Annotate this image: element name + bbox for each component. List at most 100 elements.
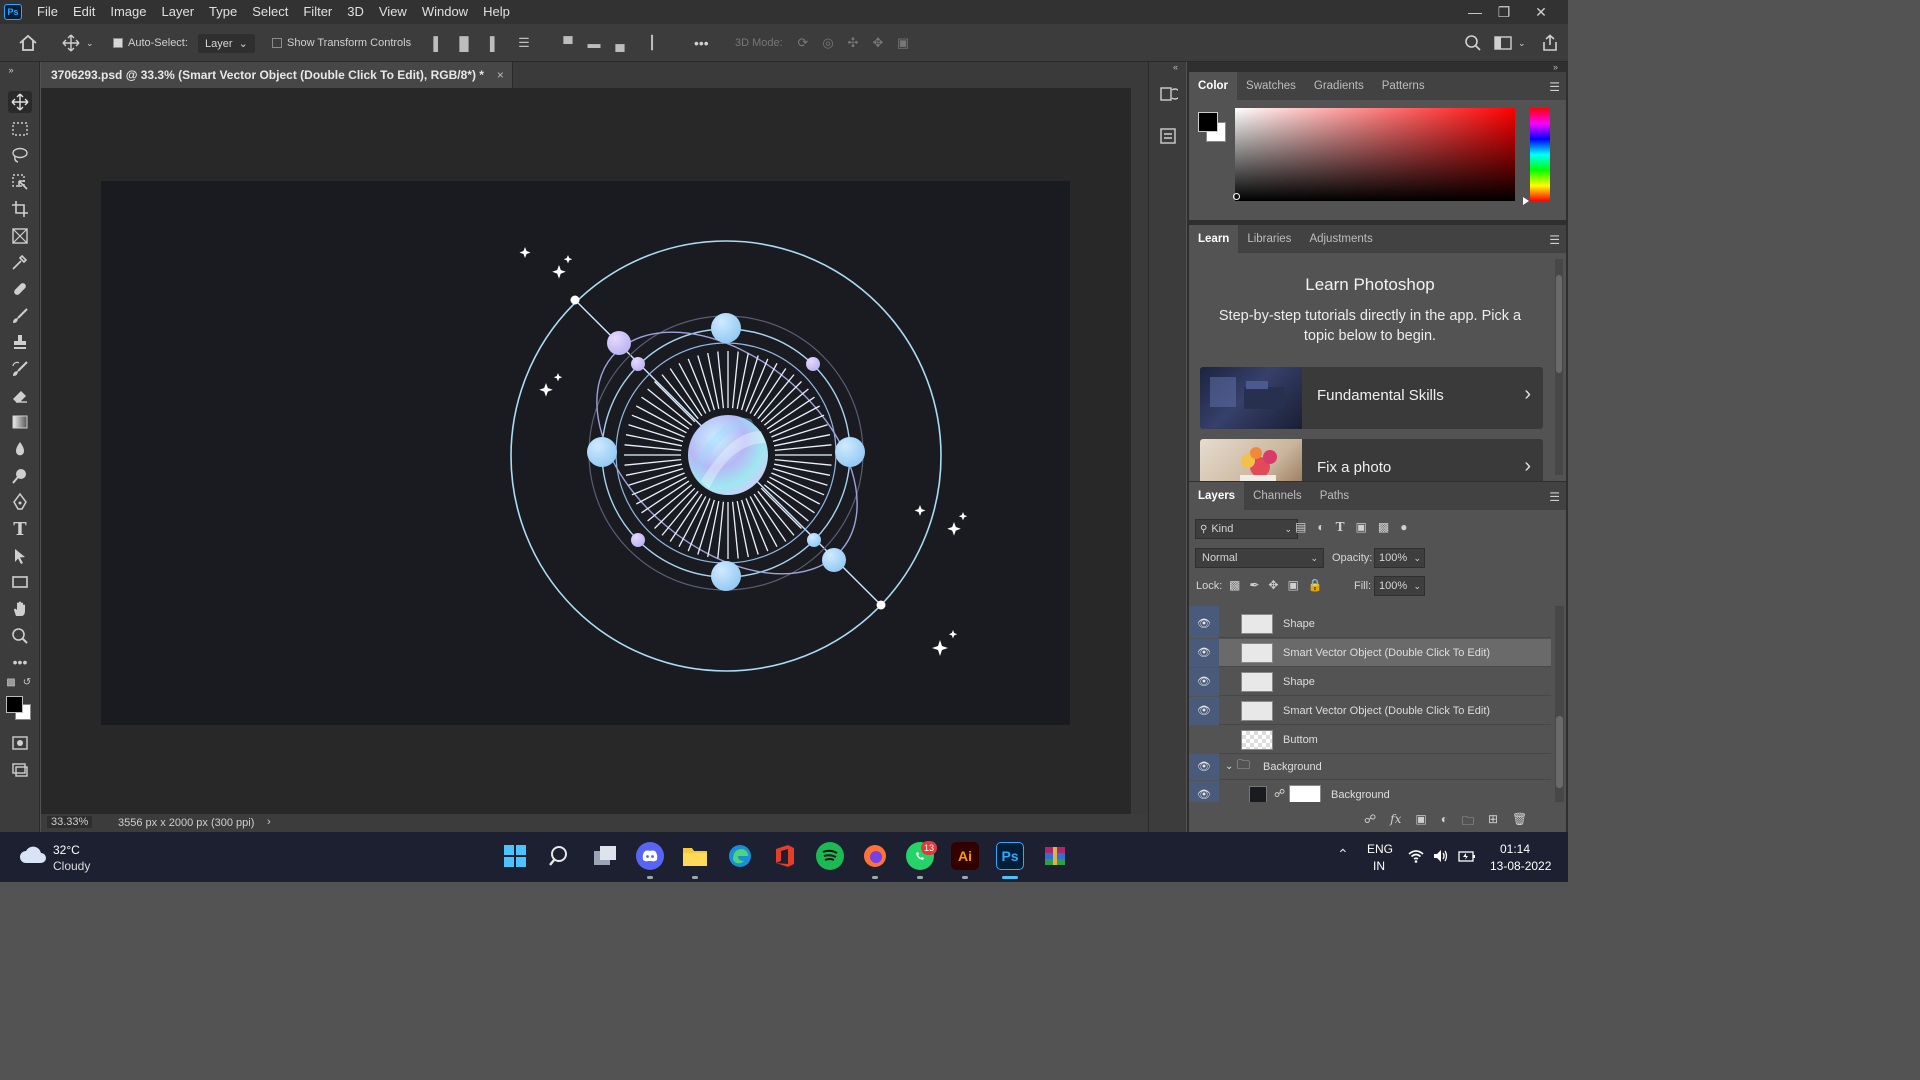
layer-row[interactable]: 👁 Shape bbox=[1189, 667, 1551, 696]
auto-select-target-dropdown[interactable]: Layer ⌄ bbox=[198, 24, 255, 62]
visibility-eye-icon[interactable]: 👁 bbox=[1189, 696, 1219, 725]
checkbox-checked-icon[interactable] bbox=[113, 38, 123, 48]
photoshop-logo-icon[interactable]: Ps bbox=[4, 4, 22, 20]
eyedropper-tool-icon[interactable] bbox=[8, 251, 32, 273]
foreground-color-swatch[interactable] bbox=[1198, 112, 1218, 132]
hue-slider[interactable] bbox=[1530, 108, 1550, 201]
tab-learn[interactable]: Learn bbox=[1189, 225, 1239, 253]
filter-smart-object-icon[interactable]: ▩ bbox=[1378, 520, 1389, 534]
visibility-eye-icon[interactable]: 👁 bbox=[1189, 753, 1219, 780]
fx-icon[interactable]: fx bbox=[1390, 812, 1401, 833]
eraser-tool-icon[interactable] bbox=[8, 385, 32, 407]
share-icon[interactable] bbox=[1541, 24, 1559, 62]
layer-row[interactable]: Buttom bbox=[1189, 725, 1551, 754]
fill-field[interactable]: 100% ⌄ bbox=[1374, 576, 1425, 596]
default-colors-icon[interactable]: ▩ bbox=[4, 676, 18, 688]
zoom-tool-icon[interactable] bbox=[8, 625, 32, 647]
menu-layer[interactable]: Layer bbox=[155, 0, 203, 24]
tab-gradients[interactable]: Gradients bbox=[1305, 72, 1373, 100]
checkbox-unchecked-icon[interactable] bbox=[272, 38, 282, 48]
panel-menu-icon[interactable]: ☰ bbox=[1549, 233, 1560, 247]
distribute-icon[interactable]: ☰ bbox=[516, 35, 532, 51]
menu-view[interactable]: View bbox=[372, 0, 415, 24]
restore-icon[interactable]: ❐ bbox=[1489, 0, 1519, 24]
tab-adjustments[interactable]: Adjustments bbox=[1300, 225, 1381, 253]
office-icon[interactable] bbox=[771, 842, 799, 870]
lock-brush-icon[interactable]: ✒ bbox=[1249, 578, 1259, 592]
menu-file[interactable]: File bbox=[30, 0, 66, 24]
tab-layers[interactable]: Layers bbox=[1189, 482, 1245, 510]
minimize-icon[interactable]: — bbox=[1460, 0, 1490, 24]
collapse-toolbar-icon[interactable]: » bbox=[4, 65, 18, 75]
learn-scrollbar-thumb[interactable] bbox=[1556, 275, 1562, 373]
illustrator-icon[interactable]: Ai bbox=[951, 842, 979, 870]
menu-help[interactable]: Help bbox=[476, 0, 518, 24]
filter-adjustment-icon[interactable]: ◐ bbox=[1317, 520, 1324, 534]
blend-mode-dropdown[interactable]: Normal ⌄ bbox=[1195, 548, 1324, 568]
home-icon[interactable] bbox=[18, 24, 38, 62]
frame-tool-icon[interactable] bbox=[8, 225, 32, 247]
new-layer-icon[interactable]: ⊞ bbox=[1488, 812, 1498, 833]
tab-channels[interactable]: Channels bbox=[1244, 482, 1311, 510]
visibility-hidden-icon[interactable] bbox=[1189, 725, 1219, 754]
blur-tool-icon[interactable] bbox=[8, 438, 32, 460]
learn-scrollbar[interactable] bbox=[1555, 259, 1563, 475]
quick-mask-icon[interactable] bbox=[8, 732, 32, 754]
clone-stamp-tool-icon[interactable] bbox=[8, 331, 32, 353]
learn-card-fix-a-photo[interactable]: Fix a photo › bbox=[1200, 439, 1543, 481]
align-top-icon[interactable]: ▀ bbox=[560, 35, 576, 51]
crop-tool-icon[interactable] bbox=[8, 198, 32, 220]
clock-date[interactable]: 13-08-2022 bbox=[1490, 859, 1551, 873]
lock-all-icon[interactable]: 🔒 bbox=[1308, 578, 1323, 592]
chevron-right-icon[interactable]: › bbox=[267, 816, 271, 828]
menu-select[interactable]: Select bbox=[245, 0, 296, 24]
menu-window[interactable]: Window bbox=[415, 0, 476, 24]
chevron-down-icon[interactable]: ⌄ bbox=[86, 38, 94, 49]
task-view-icon[interactable] bbox=[591, 842, 619, 870]
visibility-eye-icon[interactable]: 👁 bbox=[1189, 638, 1219, 667]
orbit-3d-icon[interactable]: ⟳ bbox=[795, 35, 811, 51]
weather-desc[interactable]: Cloudy bbox=[53, 859, 90, 873]
clock-time[interactable]: 01:14 bbox=[1500, 842, 1530, 856]
align-bottom-icon[interactable]: ▄ bbox=[612, 35, 628, 51]
layer-filter-dropdown[interactable]: ⚲ Kind ⌄ bbox=[1195, 519, 1298, 539]
chevron-down-icon[interactable]: ⌄ bbox=[1518, 38, 1526, 49]
spotify-icon[interactable] bbox=[816, 842, 844, 870]
delete-layer-icon[interactable]: 🗑 bbox=[1512, 812, 1527, 833]
panel-menu-icon[interactable]: ☰ bbox=[1549, 490, 1560, 504]
lock-artboard-icon[interactable]: ▣ bbox=[1287, 578, 1298, 592]
layer-row-selected[interactable]: 👁 Smart Vector Object (Double Click To E… bbox=[1189, 638, 1551, 667]
layers-scrollbar-thumb[interactable] bbox=[1556, 716, 1563, 788]
cloud-icon[interactable] bbox=[18, 845, 48, 868]
auto-select-checkbox[interactable]: Auto-Select: bbox=[113, 24, 188, 62]
filter-toggle-icon[interactable]: ● bbox=[1400, 520, 1407, 534]
discord-icon[interactable] bbox=[636, 842, 664, 870]
menu-type[interactable]: Type bbox=[202, 0, 245, 24]
align-middle-icon[interactable]: ▬ bbox=[586, 35, 602, 51]
add-mask-icon[interactable]: ▣ bbox=[1415, 812, 1426, 833]
learn-card-fundamental-skills[interactable]: Fundamental Skills › bbox=[1200, 367, 1543, 429]
tab-swatches[interactable]: Swatches bbox=[1237, 72, 1305, 100]
show-transform-controls-checkbox[interactable]: Show Transform Controls bbox=[272, 24, 411, 62]
edge-icon[interactable] bbox=[726, 842, 754, 870]
filter-pixel-icon[interactable]: ▤ bbox=[1295, 520, 1306, 534]
slide-3d-icon[interactable]: ✥ bbox=[870, 35, 886, 51]
edit-toolbar-icon[interactable]: ••• bbox=[8, 651, 32, 673]
menu-3d[interactable]: 3D bbox=[340, 0, 372, 24]
link-layers-icon[interactable]: ☍ bbox=[1364, 812, 1376, 833]
type-tool-icon[interactable]: T bbox=[8, 518, 32, 540]
hand-tool-icon[interactable] bbox=[8, 598, 32, 620]
distribute-vertical-icon[interactable]: ┃ bbox=[644, 35, 660, 51]
video-camera-icon[interactable]: ▣ bbox=[895, 35, 911, 51]
more-options-icon[interactable]: ••• bbox=[694, 24, 709, 62]
firefox-icon[interactable] bbox=[861, 842, 889, 870]
new-group-icon[interactable]: 🗀 bbox=[1462, 812, 1474, 833]
workspace-icon[interactable]: ⌄ bbox=[1494, 24, 1526, 62]
menu-edit[interactable]: Edit bbox=[66, 0, 103, 24]
collapse-panels-icon[interactable]: » bbox=[1553, 62, 1558, 72]
search-icon[interactable] bbox=[546, 842, 574, 870]
weather-temp[interactable]: 32°C bbox=[53, 843, 80, 857]
filter-type-icon[interactable]: T bbox=[1336, 520, 1345, 534]
document-tab[interactable]: 3706293.psd @ 33.3% (Smart Vector Object… bbox=[41, 62, 513, 88]
object-selection-tool-icon[interactable] bbox=[8, 171, 32, 193]
